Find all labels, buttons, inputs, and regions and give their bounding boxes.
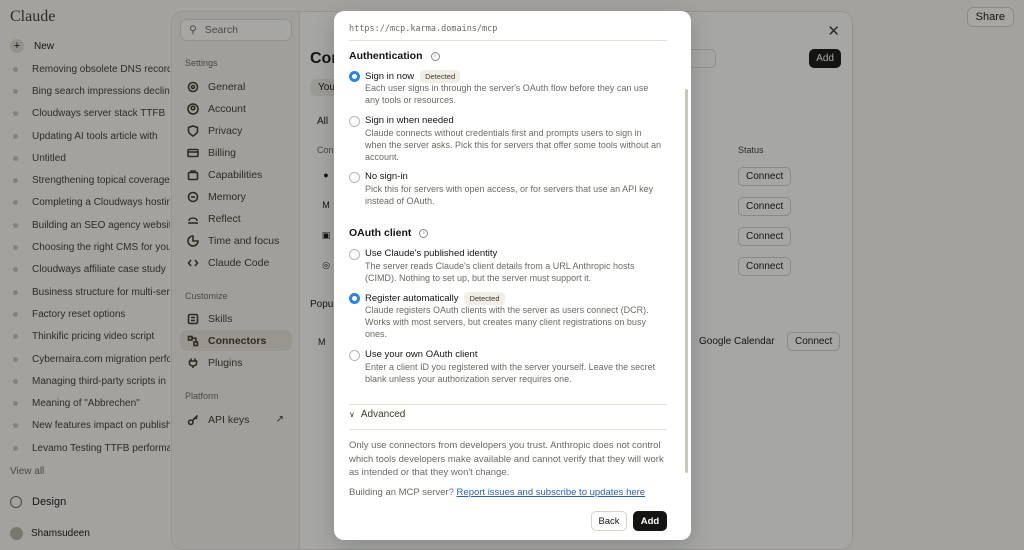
option-description: Claude connects without credentials firs… [365, 128, 661, 162]
option-label: Use Claude's published identity [365, 248, 497, 259]
option-title: Sign in now [365, 71, 415, 82]
info-icon[interactable]: i [430, 51, 440, 61]
authentication-label: Authentication [349, 50, 423, 62]
option-description: Each user signs in through the server's … [365, 83, 649, 105]
advanced-toggle[interactable]: ∨ Advanced [349, 409, 405, 420]
report-issues-link[interactable]: Report issues and subscribe to updates h… [457, 487, 646, 498]
option-label: Use your own OAuth client [365, 349, 477, 360]
mcp-prefix: Building an MCP server? [349, 487, 454, 498]
divider [349, 404, 667, 405]
option-label: No sign-in [365, 171, 408, 182]
option-title: Register automatically [365, 293, 459, 304]
option-label: Sign in when needed [365, 115, 454, 126]
mcp-server-note: Building an MCP server? Report issues an… [349, 487, 645, 498]
authentication-heading: Authentication i [349, 50, 440, 62]
radio-button[interactable] [349, 71, 360, 82]
oauth-client-heading: OAuth client i [349, 227, 429, 239]
radio-button[interactable] [349, 350, 360, 361]
oauth-client-label: OAuth client [349, 227, 412, 239]
radio-button[interactable] [349, 172, 360, 183]
radio-button[interactable] [349, 116, 360, 127]
server-url-field[interactable]: https://mcp.karma.domains/mcp [349, 17, 667, 41]
add-button[interactable]: Add [633, 511, 667, 531]
option-description: Claude registers OAuth clients with the … [365, 305, 649, 339]
option-title: No sign-in [365, 171, 408, 182]
trust-warning: Only use connectors from developers you … [349, 440, 664, 478]
chevron-down-icon: ∨ [349, 410, 355, 419]
option-description: Pick this for servers with open access, … [365, 184, 654, 206]
option-title: Use your own OAuth client [365, 349, 478, 360]
radio-button[interactable] [349, 293, 360, 304]
info-icon[interactable]: i [419, 228, 429, 238]
option-description: The server reads Claude's client details… [365, 261, 635, 283]
option-title: Sign in when needed [365, 115, 454, 126]
advanced-label: Advanced [360, 409, 406, 420]
option-description: Enter a client ID you registered with th… [365, 362, 656, 384]
scrollbar[interactable] [685, 89, 688, 473]
divider [349, 429, 667, 430]
back-button[interactable]: Back [591, 511, 627, 531]
connector-config-dialog: https://mcp.karma.domains/mcp Authentica… [334, 11, 691, 540]
radio-button[interactable] [349, 249, 360, 260]
option-title: Use Claude's published identity [365, 248, 498, 259]
